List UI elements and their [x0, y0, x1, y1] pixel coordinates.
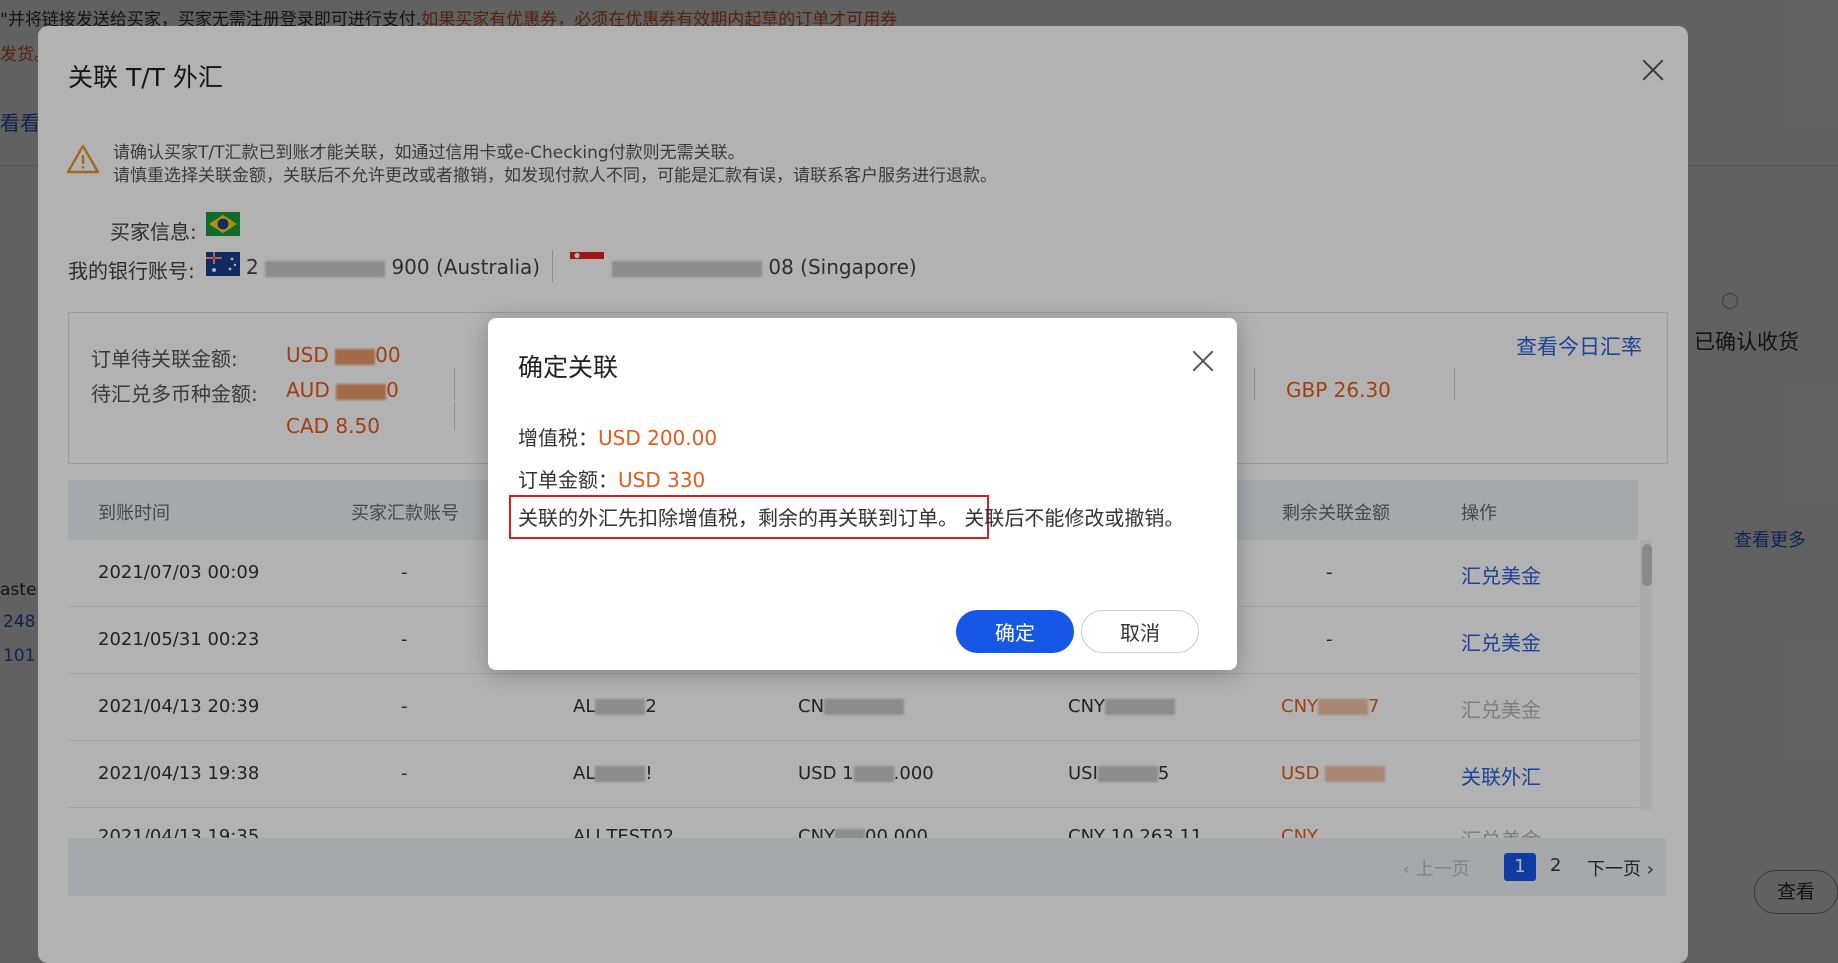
order-amount-value: USD 330 — [618, 468, 706, 492]
confirm-button[interactable]: 确定 — [956, 610, 1074, 653]
order-amount-line: 订单金额：USD 330 — [518, 464, 705, 493]
dialog-close-icon[interactable] — [1191, 349, 1215, 373]
vat-line: 增值税：USD 200.00 — [518, 422, 717, 451]
dialog-title: 确定关联 — [518, 353, 619, 382]
dialog-note: 关联的外汇先扣除增值税，剩余的再关联到订单。 关联后不能修改或撤销。 — [518, 503, 1208, 533]
cancel-button[interactable]: 取消 — [1081, 610, 1199, 653]
vat-value: USD 200.00 — [598, 426, 718, 450]
order-amount-label: 订单金额： — [518, 468, 618, 492]
confirm-link-dialog: 确定关联 增值税：USD 200.00 订单金额：USD 330 关联的外汇先扣… — [488, 318, 1237, 670]
vat-label: 增值税： — [518, 426, 598, 450]
note-highlighted: 关联的外汇先扣除增值税，剩余的再关联到订单。 — [518, 506, 958, 530]
note-rest: 关联后不能修改或撤销。 — [964, 506, 1185, 530]
